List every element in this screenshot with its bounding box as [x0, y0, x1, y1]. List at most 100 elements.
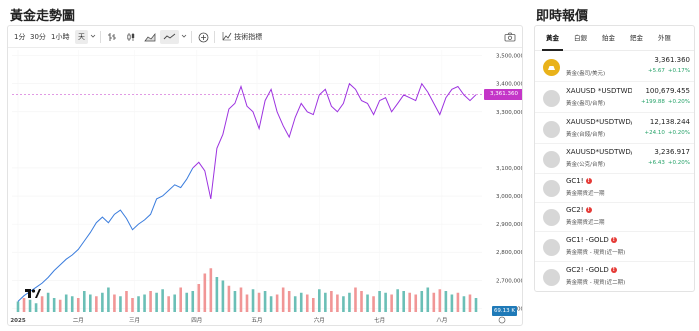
- volume-bar: [227, 285, 231, 312]
- quote-change-value: +6.43: [648, 160, 665, 166]
- quote-change: +5.67 +0.17%: [648, 68, 690, 74]
- volume-bar: [131, 298, 134, 312]
- volume-bar: [384, 292, 387, 312]
- volume-bar: [143, 294, 146, 312]
- volume-bar: [360, 291, 363, 312]
- quote-change-percent: +0.20%: [667, 99, 690, 105]
- volume-bar: [456, 292, 460, 312]
- quote-tabs: 黃金 白銀 鉑金 鈀金 外匯: [535, 26, 694, 51]
- quote-change-value: +24.10: [644, 130, 665, 136]
- volume-bar: [396, 289, 399, 312]
- volume-bar: [324, 292, 327, 312]
- volume-bar: [432, 292, 436, 312]
- quote-price: 3,236.917: [654, 148, 690, 156]
- volume-bar: [408, 292, 412, 312]
- futures-icon: [543, 239, 560, 256]
- quote-symbol-text: GC2! -GOLD: [566, 266, 609, 274]
- volume-bar: [402, 291, 405, 312]
- quote-change: +6.43 +0.20%: [648, 160, 690, 166]
- quote-symbol-text: XAUUSD *USDTWD: [566, 87, 632, 95]
- volume-bar: [179, 287, 183, 312]
- y-tick-label: 3,100,000: [496, 166, 523, 172]
- price-line-early: [17, 167, 194, 302]
- price-chart[interactable]: 3,500,000 3,400,000 3,300,000 3,100,000 3,00…: [8, 26, 523, 326]
- volume-bar: [257, 292, 261, 312]
- last-price-tag: 3,361.360: [484, 89, 522, 101]
- volume-bar: [372, 296, 375, 312]
- warning-icon: !: [585, 178, 592, 184]
- quote-row[interactable]: GC2!! 黃金期貨近二期: [535, 203, 694, 232]
- quote-row[interactable]: GC2! -GOLD! 黃金期貨 - 現貨(近二期): [535, 263, 694, 291]
- settings-gear-icon[interactable]: [498, 316, 506, 324]
- volume-bar: [173, 294, 176, 312]
- y-tick-label: 3,400,000: [496, 82, 523, 88]
- volume-bar: [64, 294, 68, 312]
- quote-description: 黃金(台錢/台幣): [566, 132, 606, 138]
- x-tick-label: 四月: [191, 317, 202, 324]
- quote-price: 12,138.244: [649, 118, 690, 126]
- x-tick-label: 六月: [314, 316, 325, 324]
- quote-row[interactable]: GC1! -GOLD! 黃金期貨 - 現貨(近一期): [535, 233, 694, 262]
- tab-forex[interactable]: 外匯: [656, 32, 673, 45]
- volume-bar: [299, 292, 303, 312]
- volume-bar: [191, 291, 195, 312]
- volume-bar: [444, 291, 448, 312]
- volume-bar: [311, 298, 315, 312]
- volume-bar: [275, 294, 279, 312]
- quote-row[interactable]: GC1!! 黃金期貨近一期: [535, 174, 694, 203]
- volume-bar: [137, 296, 140, 312]
- volume-bar: [474, 298, 478, 312]
- tab-palladium[interactable]: 鈀金: [628, 32, 645, 45]
- tradingview-logo: [25, 289, 41, 301]
- volume-bar: [76, 298, 80, 312]
- volume-bar: [336, 294, 339, 312]
- warning-icon: !: [585, 207, 592, 213]
- warning-icon: !: [610, 267, 617, 273]
- quote-change-percent: +0.20%: [667, 130, 690, 136]
- volume-bar: [251, 289, 255, 312]
- x-tick-label: 二月: [73, 317, 84, 324]
- volume-bar: [34, 303, 38, 312]
- x-tick-label: 七月: [374, 316, 385, 324]
- futures-icon: [543, 209, 560, 226]
- tab-gold[interactable]: 黃金: [542, 32, 563, 51]
- quote-row[interactable]: XAUUSD*USDTWD/3 黃金(公克/台幣) 3,236.917 +6.43 +0…: [535, 145, 694, 174]
- quote-symbol: GC1! -GOLD!: [566, 236, 632, 244]
- volume-bar: [245, 294, 249, 312]
- gold-coin-icon: [543, 90, 560, 107]
- volume-bar: [318, 289, 321, 312]
- volume-bar: [414, 294, 418, 312]
- volume-bar: [149, 291, 152, 312]
- volume-bar: [348, 292, 351, 312]
- volume-bar: [269, 296, 273, 312]
- volume-bar: [46, 292, 50, 312]
- volume-bar: [305, 294, 309, 312]
- quote-change-value: +5.67: [648, 68, 665, 74]
- volume-bar: [113, 294, 116, 312]
- quote-price: 3,361.360: [654, 56, 690, 64]
- volume-bar: [167, 296, 170, 312]
- quote-description: 黃金(盎司/台幣): [566, 101, 606, 107]
- quote-symbol: GC2! -GOLD!: [566, 266, 632, 274]
- tab-platinum[interactable]: 鉑金: [600, 32, 617, 45]
- quote-row[interactable]: XAUUSD *USDTWD 黃金(盎司/台幣) 100,679.455 +199.8…: [535, 84, 694, 113]
- volume-bar: [125, 291, 128, 312]
- volume-bar: [155, 292, 158, 312]
- quote-description: 黃金期貨近二期: [566, 220, 605, 226]
- y-tick-label: 3,300,000: [496, 110, 523, 116]
- volume-bar: [420, 291, 424, 312]
- quote-change: +24.10 +0.20%: [645, 130, 690, 136]
- volume-bar: [16, 301, 20, 312]
- futures-icon: [543, 180, 560, 197]
- volume-bar: [462, 296, 466, 312]
- tab-silver[interactable]: 白銀: [572, 32, 589, 45]
- quote-row[interactable]: XAUUSD*USDTWD/黃金(台錢/台幣) 12,138.244 +24.10 +…: [535, 115, 694, 144]
- quote-row[interactable]: 黃金(盎司/美元) 3,361.360 +5.67 +0.17%: [535, 53, 694, 82]
- volume-bar: [82, 291, 86, 312]
- quote-change-value: +199.88: [641, 99, 665, 105]
- volume-bar: [426, 287, 430, 312]
- volume-bar: [209, 268, 213, 312]
- quote-price: 100,679.455: [645, 87, 690, 95]
- y-tick-label: 3,500,000: [496, 54, 523, 60]
- quote-description: 黃金期貨 - 現貨(近一期): [566, 250, 626, 256]
